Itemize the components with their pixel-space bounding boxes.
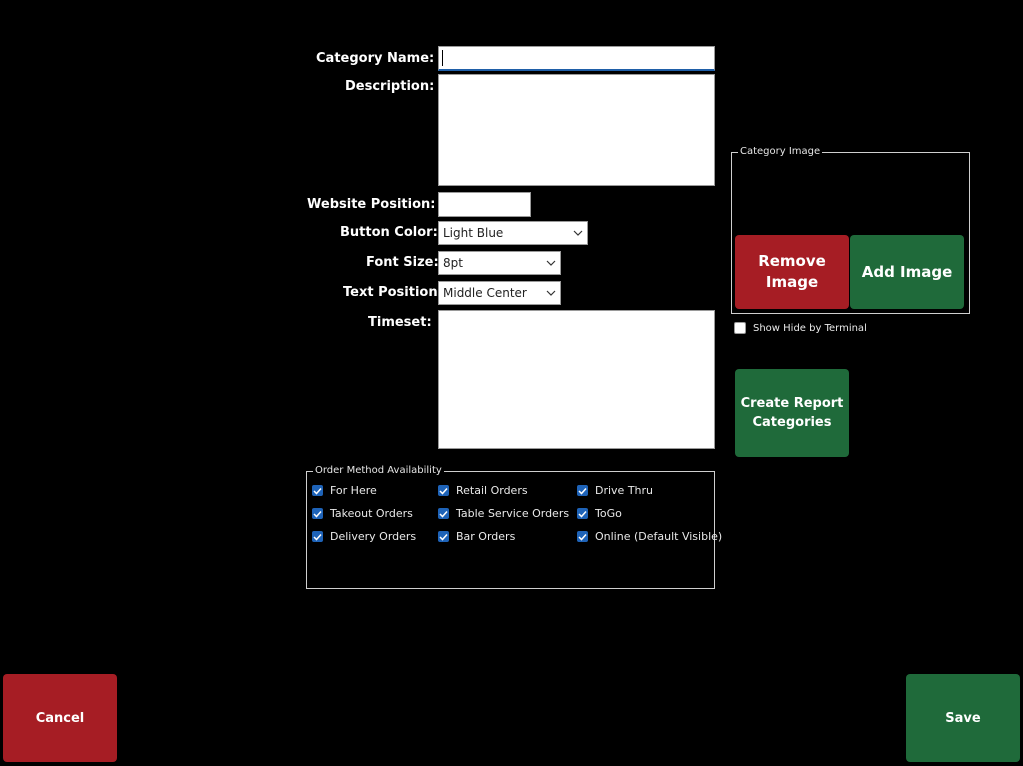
- checkmark-icon[interactable]: [577, 508, 588, 519]
- checkbox-retail-orders[interactable]: Retail Orders: [438, 484, 528, 497]
- category-image-legend: Category Image: [738, 145, 823, 159]
- report-line1: Create Report: [740, 396, 844, 411]
- category-name-input[interactable]: [438, 46, 715, 71]
- button-color-select[interactable]: Light Blue: [438, 221, 588, 245]
- checkbox-table-service-orders[interactable]: Table Service Orders: [438, 507, 569, 520]
- text-position-select[interactable]: Middle Center: [438, 281, 561, 305]
- checkbox-online-default-visible[interactable]: Online (Default Visible): [577, 530, 722, 543]
- checkbox-delivery-orders[interactable]: Delivery Orders: [312, 530, 416, 543]
- checkbox-for-here[interactable]: For Here: [312, 484, 377, 497]
- website-position-label: Website Position:: [307, 197, 436, 212]
- add-image-label: Add Image: [861, 263, 953, 281]
- timeset-list[interactable]: [438, 310, 715, 449]
- checkbox-label: Online (Default Visible): [595, 530, 723, 543]
- font-size-label: Font Size:: [366, 255, 439, 270]
- checkmark-icon[interactable]: [577, 531, 588, 542]
- website-position-input[interactable]: [438, 192, 531, 217]
- checkbox-takeout-orders[interactable]: Takeout Orders: [312, 507, 413, 520]
- save-button[interactable]: Save: [906, 674, 1020, 762]
- text-position-label: Text Position:: [343, 285, 443, 300]
- remove-image-line2: Image: [765, 273, 819, 291]
- checkbox-label: Bar Orders: [456, 530, 516, 543]
- button-color-value: Light Blue: [443, 226, 504, 240]
- save-label: Save: [945, 710, 981, 726]
- chevron-down-icon: [569, 230, 587, 236]
- description-label: Description:: [345, 79, 435, 94]
- checkbox-label: Delivery Orders: [330, 530, 417, 543]
- timeset-label: Timeset:: [368, 315, 432, 330]
- text-position-value: Middle Center: [443, 286, 527, 300]
- checkbox-label: Table Service Orders: [456, 507, 570, 520]
- remove-image-line1: Remove: [758, 252, 826, 270]
- checkbox-label: ToGo: [595, 507, 622, 520]
- text-caret: [442, 50, 443, 66]
- cancel-button[interactable]: Cancel: [3, 674, 117, 762]
- checkbox-label: Retail Orders: [456, 484, 528, 497]
- chevron-down-icon: [542, 260, 560, 266]
- font-size-select[interactable]: 8pt: [438, 251, 561, 275]
- checkmark-icon[interactable]: [438, 508, 449, 519]
- add-image-button[interactable]: Add Image: [850, 235, 964, 309]
- checkmark-icon[interactable]: [577, 485, 588, 496]
- checkmark-icon[interactable]: [438, 485, 449, 496]
- checkmark-icon[interactable]: [312, 485, 323, 496]
- show-hide-label: Show Hide by Terminal: [753, 322, 867, 334]
- category-name-label: Category Name:: [316, 51, 435, 66]
- cancel-label: Cancel: [35, 710, 85, 726]
- checkbox-drive-thru[interactable]: Drive Thru: [577, 484, 653, 497]
- checkbox-bar-orders[interactable]: Bar Orders: [438, 530, 515, 543]
- remove-image-button[interactable]: Remove Image: [735, 235, 849, 309]
- checkmark-icon[interactable]: [312, 531, 323, 542]
- report-line2: Categories: [752, 415, 832, 430]
- button-color-label: Button Color:: [340, 225, 438, 240]
- category-editor: Category Name: Description: Website Posi…: [0, 0, 1023, 766]
- description-textarea[interactable]: [438, 74, 715, 186]
- checkbox-label: Takeout Orders: [330, 507, 413, 520]
- chevron-down-icon: [542, 290, 560, 296]
- checkbox-label: For Here: [330, 484, 377, 497]
- checkmark-icon[interactable]: [312, 508, 323, 519]
- checkbox-box[interactable]: [734, 322, 746, 334]
- show-hide-by-terminal-checkbox[interactable]: Show Hide by Terminal: [734, 322, 867, 334]
- create-report-categories-button[interactable]: Create Report Categories: [735, 369, 849, 457]
- checkbox-togo[interactable]: ToGo: [577, 507, 622, 520]
- checkmark-icon[interactable]: [438, 531, 449, 542]
- checkbox-label: Drive Thru: [595, 484, 654, 497]
- order-method-legend: Order Method Availability: [313, 464, 444, 478]
- font-size-value: 8pt: [443, 256, 463, 270]
